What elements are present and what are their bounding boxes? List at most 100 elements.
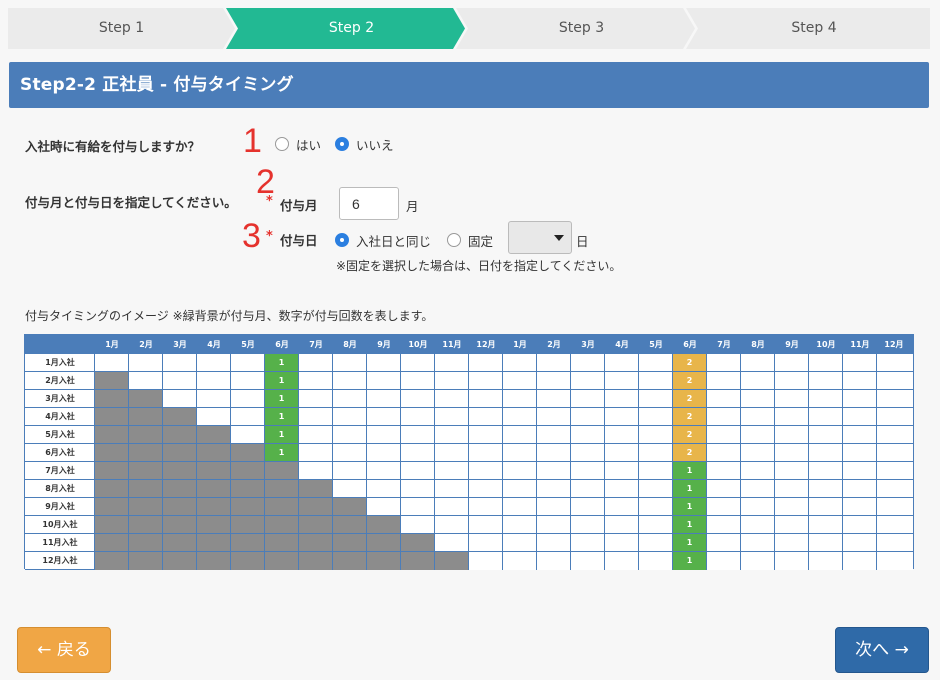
table-cell — [469, 552, 503, 570]
table-cell — [775, 552, 809, 570]
grant-day-same-as-hire-radio[interactable]: 入社日と同じ — [335, 231, 431, 249]
table-cell — [741, 354, 775, 372]
back-button[interactable]: ← 戻る — [17, 627, 111, 673]
table-cell — [707, 480, 741, 498]
table-cell: 1 — [673, 534, 707, 552]
table-cell — [605, 426, 639, 444]
table-cell — [775, 444, 809, 462]
table-cell: 1 — [673, 516, 707, 534]
table-cell — [571, 462, 605, 480]
column-header: 10月 — [408, 340, 428, 349]
table-cell — [299, 408, 333, 426]
table-cell — [469, 516, 503, 534]
table-cell: 2 — [673, 426, 707, 444]
column-header: 8月 — [343, 340, 357, 349]
table-cell — [401, 498, 435, 516]
table-cell — [503, 444, 537, 462]
table-cell — [707, 390, 741, 408]
next-button[interactable]: 次へ → — [835, 627, 929, 673]
table-cell — [265, 462, 299, 480]
table-cell — [299, 390, 333, 408]
column-header: 2月 — [139, 340, 153, 349]
table-cell — [95, 498, 129, 516]
table-cell — [333, 372, 367, 390]
table-cell: 1 — [265, 390, 299, 408]
table-cell — [605, 516, 639, 534]
table-cell — [741, 516, 775, 534]
table-cell — [435, 534, 469, 552]
table-cell — [469, 408, 503, 426]
table-cell — [367, 462, 401, 480]
table-cell — [435, 372, 469, 390]
table-cell — [163, 498, 197, 516]
table-cell — [95, 516, 129, 534]
column-header: 5月 — [241, 340, 255, 349]
column-header: 5月 — [649, 340, 663, 349]
table-cell — [707, 462, 741, 480]
table-cell — [843, 354, 877, 372]
table-cell — [741, 426, 775, 444]
table-cell — [231, 480, 265, 498]
table-cell — [843, 516, 877, 534]
table-cell — [231, 516, 265, 534]
radio-label: いいえ — [356, 137, 394, 153]
grant-day-select[interactable] — [508, 221, 572, 254]
table-cell — [163, 444, 197, 462]
grant-on-hire-yes-radio[interactable]: はい — [275, 135, 321, 153]
table-cell — [469, 498, 503, 516]
table-cell — [741, 408, 775, 426]
row-label: 7月入社 — [45, 466, 75, 475]
table-cell — [639, 480, 673, 498]
row-label: 1月入社 — [45, 358, 75, 367]
table-cell — [571, 390, 605, 408]
table-cell — [129, 390, 163, 408]
grant-on-hire-no-radio[interactable]: いいえ — [335, 135, 394, 153]
table-cell — [877, 354, 913, 372]
table-cell — [809, 498, 843, 516]
table-cell — [265, 516, 299, 534]
table-cell — [231, 372, 265, 390]
grant-day-fixed-radio[interactable]: 固定 — [447, 231, 493, 249]
table-cell — [129, 426, 163, 444]
required-mark: * — [266, 229, 273, 244]
table-cell — [605, 372, 639, 390]
table-cell — [299, 462, 333, 480]
table-cell — [435, 516, 469, 534]
table-cell — [639, 354, 673, 372]
table-cell: 1 — [673, 480, 707, 498]
table-cell — [503, 462, 537, 480]
table-cell — [775, 516, 809, 534]
table-cell — [129, 552, 163, 570]
table-cell — [299, 354, 333, 372]
grant-month-input[interactable] — [339, 187, 399, 220]
radio-circle — [447, 233, 461, 247]
table-cell — [299, 498, 333, 516]
table-cell — [605, 480, 639, 498]
table-cell — [333, 354, 367, 372]
table-cell — [435, 390, 469, 408]
table-cell — [605, 462, 639, 480]
table-cell — [469, 354, 503, 372]
column-header: 8月 — [751, 340, 765, 349]
fixed-date-note: ※固定を選択した場合は、日付を指定してください。 — [336, 259, 622, 273]
table-cell — [129, 372, 163, 390]
table-cell — [537, 408, 571, 426]
table-cell — [571, 354, 605, 372]
table-cell — [401, 462, 435, 480]
table-cell — [367, 372, 401, 390]
table-cell — [639, 444, 673, 462]
table-cell — [707, 372, 741, 390]
table-cell — [809, 426, 843, 444]
table-cell — [163, 552, 197, 570]
table-cell — [877, 552, 913, 570]
table-cell — [537, 426, 571, 444]
table-cell — [503, 408, 537, 426]
table-cell — [843, 552, 877, 570]
table-cell — [843, 408, 877, 426]
table-cell — [707, 534, 741, 552]
table-cell — [231, 390, 265, 408]
column-header: 6月 — [683, 340, 697, 349]
table-cell — [809, 480, 843, 498]
table-cell — [775, 498, 809, 516]
table-cell — [333, 426, 367, 444]
